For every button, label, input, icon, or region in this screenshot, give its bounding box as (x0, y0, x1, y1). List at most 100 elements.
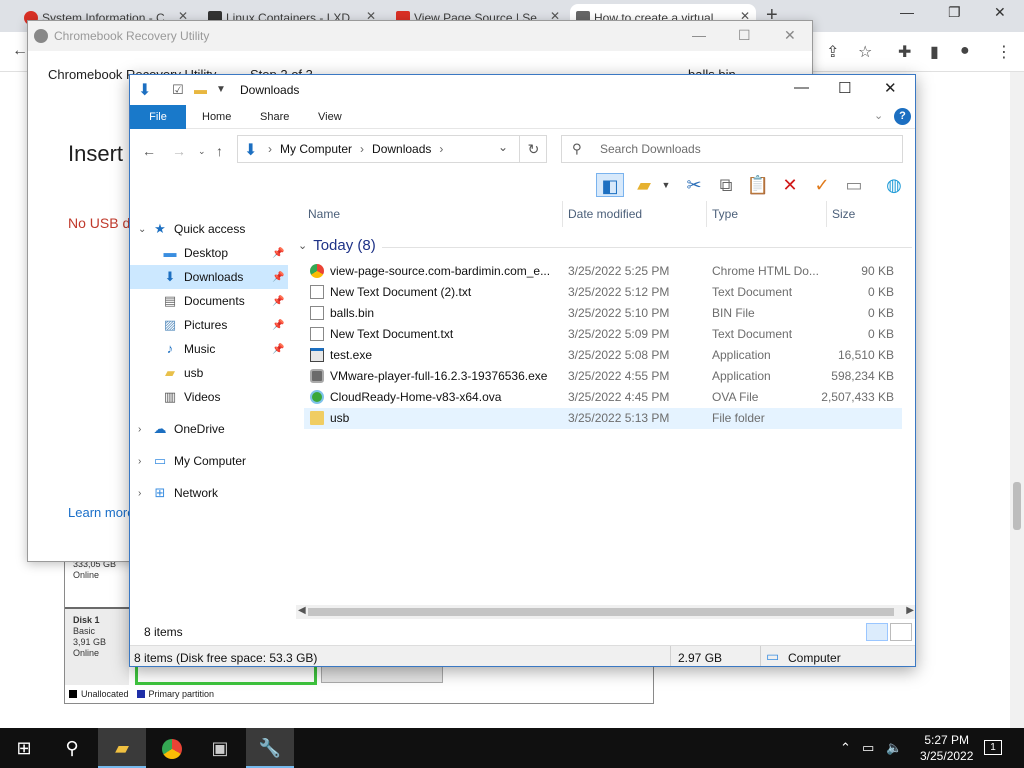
preview-pane-icon[interactable]: ◧ (596, 173, 624, 197)
details-view-button[interactable] (866, 623, 888, 641)
checkmark-icon[interactable]: ✓ (808, 173, 836, 197)
restore-icon[interactable]: ❐ (948, 4, 961, 21)
file-row[interactable]: view-page-source.com-bardimin.com_e... 3… (304, 261, 902, 282)
column-date[interactable]: Date modified (568, 207, 642, 221)
delete-icon[interactable]: ✕ (776, 173, 804, 197)
file-row[interactable]: VMware-player-full-16.2.3-19376536.exe 3… (304, 366, 902, 387)
close-icon[interactable]: ✕ (884, 79, 897, 97)
column-separator[interactable] (826, 201, 827, 227)
side-panel-icon[interactable]: ▮ (930, 42, 939, 62)
nav-desktop[interactable]: ▬ Desktop 📌 (130, 241, 288, 265)
nav-downloads[interactable]: ⬇ Downloads 📌 (130, 265, 288, 289)
pin-icon[interactable]: 📌 (272, 344, 284, 355)
scrollbar-thumb[interactable] (308, 608, 894, 616)
scroll-left-icon[interactable]: ◀ (298, 605, 306, 616)
file-row[interactable]: New Text Document.txt 3/25/2022 5:09 PM … (304, 324, 902, 345)
nav-network[interactable]: › ⊞ Network (130, 481, 288, 505)
back-icon[interactable]: ← (12, 42, 28, 60)
nav-music[interactable]: ♪ Music 📌 (130, 337, 288, 361)
chrome-taskbar-button[interactable] (148, 728, 196, 768)
properties-icon[interactable]: ☑ (172, 82, 184, 98)
collapse-icon[interactable]: ⌄ (138, 224, 146, 235)
system-clock[interactable]: 5:27 PM 3/25/2022 (920, 732, 973, 764)
tab-share[interactable]: Share (246, 105, 303, 129)
forward-icon[interactable]: → (172, 143, 186, 159)
column-name[interactable]: Name (308, 207, 340, 221)
nav-quick-access[interactable]: ⌄ ★ Quick access (130, 217, 288, 241)
learn-more-link[interactable]: Learn more (68, 505, 134, 520)
customize-qat-icon[interactable]: ▼ (216, 84, 226, 95)
nav-my-computer[interactable]: › ▭ My Computer (130, 449, 288, 473)
nav-documents[interactable]: ▤ Documents 📌 (130, 289, 288, 313)
help-icon[interactable]: ? (894, 108, 911, 125)
search-button[interactable]: ⚲ (48, 728, 96, 768)
tab-view[interactable]: View (304, 105, 356, 129)
file-explorer-taskbar-button[interactable]: ▰ (98, 728, 146, 768)
file-row[interactable]: balls.bin 3/25/2022 5:10 PM BIN File 0 K… (304, 303, 902, 324)
tab-home[interactable]: Home (188, 105, 245, 129)
horizontal-scrollbar[interactable]: ◀ ▶ (296, 605, 915, 619)
column-separator[interactable] (562, 201, 563, 227)
refresh-button[interactable]: ↻ (519, 135, 547, 163)
menu-icon[interactable]: ⋮ (996, 42, 1012, 62)
pin-icon[interactable]: 📌 (272, 272, 284, 283)
file-row[interactable]: test.exe 3/25/2022 5:08 PM Application 1… (304, 345, 902, 366)
network-icon[interactable]: ▭ (862, 740, 874, 756)
notification-center-icon[interactable]: 1 (984, 740, 1002, 755)
expand-icon[interactable]: › (138, 456, 141, 467)
show-hidden-icons-icon[interactable]: ⌃ (840, 740, 851, 756)
nav-onedrive[interactable]: › ☁ OneDrive (130, 417, 288, 441)
close-icon[interactable]: ✕ (784, 27, 796, 44)
scrollbar-thumb[interactable] (1013, 482, 1021, 530)
nav-usb[interactable]: ▰ usb (130, 361, 288, 385)
breadcrumb-my-computer[interactable]: My Computer (280, 142, 352, 156)
disk1-info[interactable]: Disk 1 Basic 3,91 GB Online (65, 607, 129, 685)
share-icon[interactable]: ⇪ (826, 42, 839, 62)
address-dropdown-icon[interactable]: ⌄ (498, 140, 508, 154)
column-size[interactable]: Size (832, 207, 855, 221)
tab-file[interactable]: File (130, 105, 186, 129)
file-row[interactable]: usb 3/25/2022 5:13 PM File folder (304, 408, 902, 429)
globe-icon[interactable]: ◍ (880, 173, 908, 197)
nav-videos[interactable]: ▥ Videos (130, 385, 288, 409)
collapse-icon[interactable]: ⌄ (298, 239, 307, 252)
copy-icon[interactable]: ⧉ (712, 173, 740, 197)
minimize-icon[interactable]: — (794, 79, 809, 96)
minimize-icon[interactable]: — (900, 4, 914, 20)
browser-scrollbar[interactable] (1010, 72, 1024, 728)
rename-icon[interactable]: ▭ (840, 173, 868, 197)
new-folder-dropdown-icon[interactable]: ▼ (652, 173, 680, 197)
paste-icon[interactable]: 📋 (744, 173, 772, 197)
up-icon[interactable]: ↑ (216, 143, 223, 159)
back-icon[interactable]: ← (142, 143, 156, 159)
recovery-utility-taskbar-button[interactable]: 🔧 (246, 728, 294, 768)
search-input[interactable]: ⚲ Search Downloads (561, 135, 903, 163)
large-icons-view-button[interactable] (890, 623, 912, 641)
pin-icon[interactable]: 📌 (272, 248, 284, 259)
nav-pictures[interactable]: ▨ Pictures 📌 (130, 313, 288, 337)
breadcrumb-downloads[interactable]: Downloads (372, 142, 431, 156)
profile-icon[interactable]: ● (960, 42, 970, 60)
pin-icon[interactable]: 📌 (272, 296, 284, 307)
expand-icon[interactable]: › (138, 488, 141, 499)
maximize-icon[interactable]: ☐ (838, 79, 851, 97)
start-button[interactable]: ⊞ (0, 728, 48, 768)
new-folder-icon[interactable]: ▬ (194, 82, 207, 97)
expand-icon[interactable]: › (138, 424, 141, 435)
volume-icon[interactable]: 🔈 (886, 740, 902, 756)
scroll-right-icon[interactable]: ▶ (906, 605, 914, 616)
maximize-icon[interactable]: ☐ (738, 27, 751, 44)
expand-ribbon-icon[interactable]: ⌄ (874, 109, 883, 122)
group-header-today[interactable]: ⌄ Today (8) (298, 237, 912, 254)
column-type[interactable]: Type (712, 207, 738, 221)
column-separator[interactable] (706, 201, 707, 227)
minimize-icon[interactable]: — (692, 27, 706, 43)
file-row[interactable]: CloudReady-Home-v83-x64.ova 3/25/2022 4:… (304, 387, 902, 408)
file-row[interactable]: New Text Document (2).txt 3/25/2022 5:12… (304, 282, 902, 303)
vmware-taskbar-button[interactable]: ▣ (196, 728, 244, 768)
recent-locations-icon[interactable]: ⌄ (198, 146, 206, 157)
pin-icon[interactable]: 📌 (272, 320, 284, 331)
extensions-icon[interactable]: ✚ (898, 42, 911, 62)
cut-icon[interactable]: ✂ (680, 173, 708, 197)
bookmark-star-icon[interactable]: ☆ (858, 42, 872, 62)
